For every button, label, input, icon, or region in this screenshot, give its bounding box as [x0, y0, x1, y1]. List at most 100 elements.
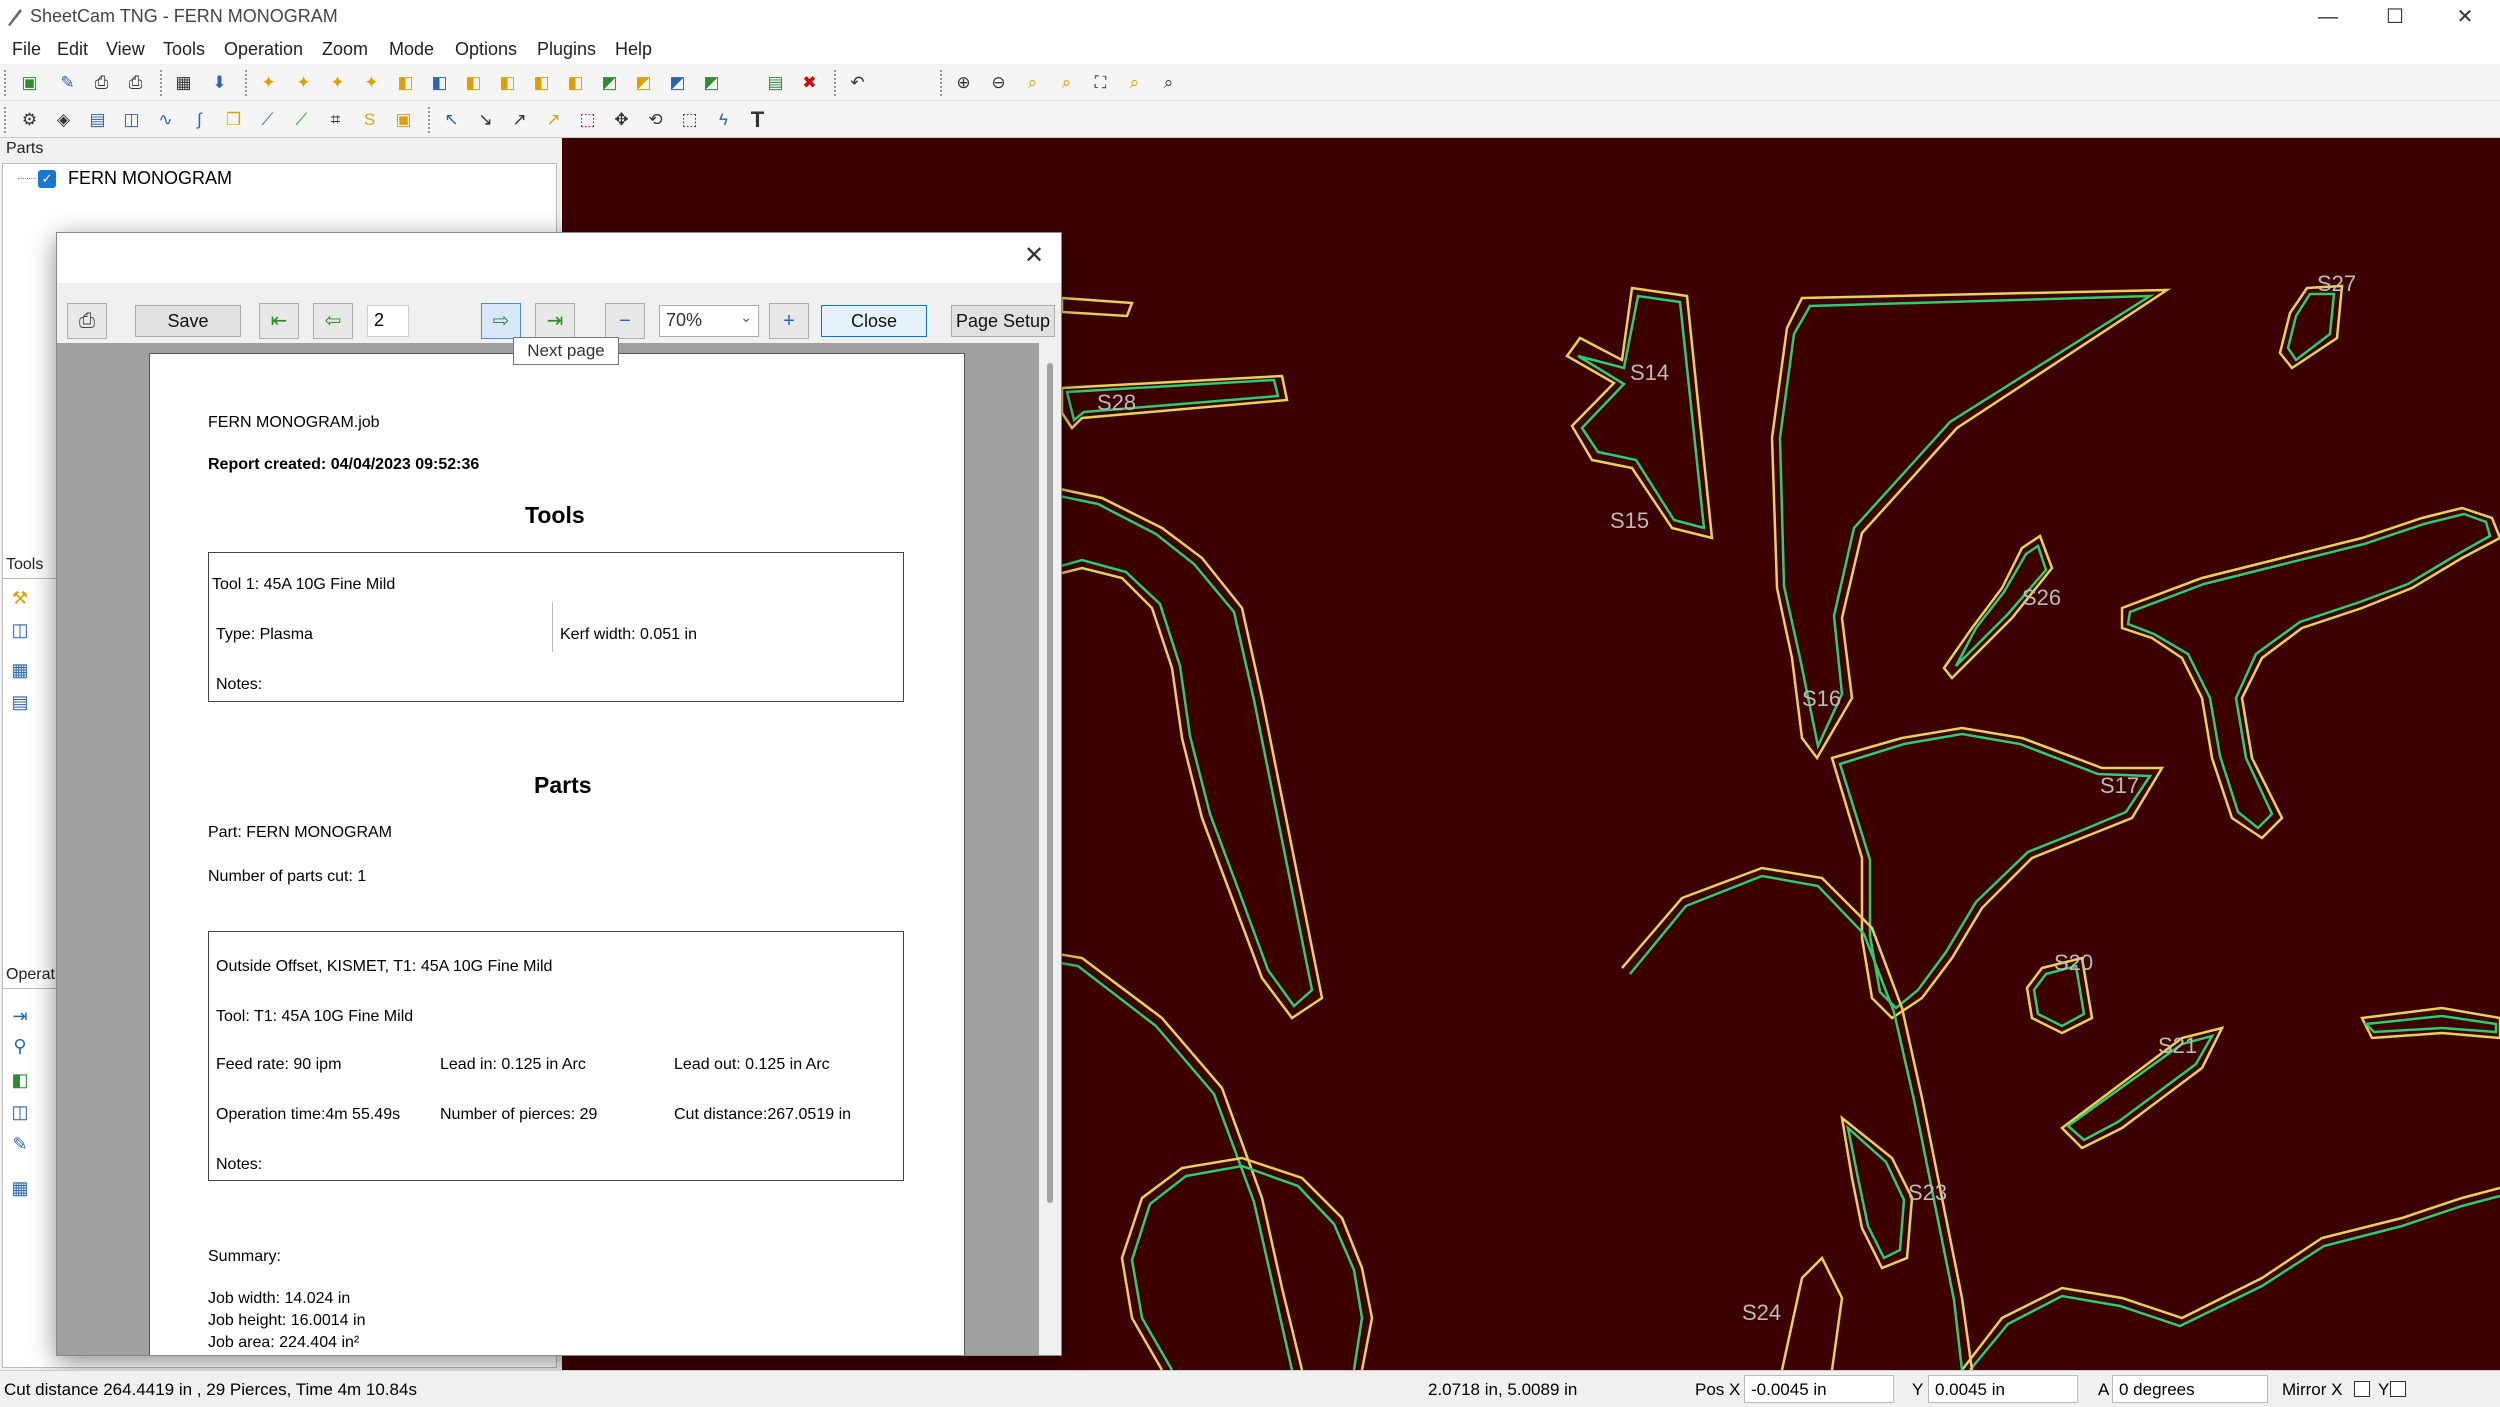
snap-icon[interactable]: S: [356, 106, 383, 133]
menu-edit[interactable]: Edit: [57, 39, 88, 60]
zoom-pan-icon[interactable]: ⌕: [1155, 69, 1182, 96]
part-tree-label[interactable]: FERN MONOGRAM: [68, 168, 232, 189]
pos-y-input[interactable]: 0.0045 in: [1928, 1375, 2078, 1403]
tool-table-icon[interactable]: ▦: [6, 656, 34, 684]
close-window-button[interactable]: ✕: [2440, 2, 2490, 32]
last-page-icon[interactable]: ⇥: [535, 303, 575, 339]
select-box-icon[interactable]: ⬚: [574, 106, 601, 133]
select-multi-icon[interactable]: ↗: [540, 106, 567, 133]
zoom-fit-icon[interactable]: ⛶: [1087, 69, 1114, 96]
add-operation-9-icon[interactable]: ◧: [528, 69, 555, 96]
menu-options[interactable]: Options: [455, 39, 517, 60]
zoom-out-icon[interactable]: −: [605, 303, 645, 339]
zoom-in-icon[interactable]: ⊕: [950, 69, 977, 96]
draw-icon[interactable]: ⟋: [288, 106, 315, 133]
print-report-icon[interactable]: ⎙: [122, 69, 149, 96]
rotate-icon[interactable]: ⟲: [642, 106, 669, 133]
menu-zoom[interactable]: Zoom: [322, 39, 368, 60]
drill-icon[interactable]: ⚲: [6, 1032, 34, 1060]
tools-icon[interactable]: ⚙: [16, 106, 43, 133]
close-button[interactable]: Close: [821, 305, 927, 337]
next-page-icon[interactable]: ⇨: [481, 303, 521, 339]
add-operation-8-icon[interactable]: ◧: [494, 69, 521, 96]
canvas-label-s24: S24: [1742, 1300, 1781, 1325]
add-operation-13-icon[interactable]: ◩: [664, 69, 691, 96]
tool-library-icon[interactable]: ◫: [6, 616, 34, 644]
zoom-all-icon[interactable]: ⌕: [1053, 69, 1080, 96]
calculator-icon[interactable]: ▦: [170, 69, 197, 96]
operation-edit-icon[interactable]: ✎: [6, 1130, 34, 1158]
previous-page-icon[interactable]: ⇦: [313, 303, 353, 339]
pos-x-input[interactable]: -0.0045 in: [1744, 1375, 1894, 1403]
page-setup-button[interactable]: Page Setup: [951, 305, 1055, 337]
first-page-icon[interactable]: ⇤: [259, 303, 299, 339]
dialog-close-icon[interactable]: ✕: [1019, 241, 1049, 271]
zoom-select[interactable]: 70% ⌄: [659, 305, 759, 337]
add-operation-icon[interactable]: ⇥: [6, 1002, 34, 1030]
zoom-out-icon[interactable]: ⊖: [985, 69, 1012, 96]
operation-table-icon[interactable]: ▦: [6, 1174, 34, 1202]
operation-settings-icon[interactable]: ◫: [6, 1098, 34, 1126]
text-icon[interactable]: T: [744, 106, 771, 133]
gcode-icon[interactable]: ◧: [6, 1066, 34, 1094]
edit-part-icon[interactable]: ✎: [54, 69, 81, 96]
mirror-x-checkbox[interactable]: [2352, 1380, 2370, 1400]
add-operation-1-icon[interactable]: ✦: [255, 69, 282, 96]
select-shape-icon[interactable]: ↘: [472, 106, 499, 133]
add-operation-4-icon[interactable]: ✦: [358, 69, 385, 96]
add-operation-11-icon[interactable]: ◩: [596, 69, 623, 96]
preview-area[interactable]: FERN MONOGRAM.job Report created: 04/04/…: [57, 343, 1039, 1355]
mirror-y-checkbox[interactable]: [2388, 1380, 2406, 1400]
table-icon[interactable]: ▤: [84, 106, 111, 133]
add-operation-10-icon[interactable]: ◧: [562, 69, 589, 96]
minimize-button[interactable]: —: [2303, 2, 2353, 32]
boxes-icon[interactable]: ◫: [118, 106, 145, 133]
add-operation-3-icon[interactable]: ✦: [324, 69, 351, 96]
zoom-in-icon[interactable]: +: [769, 303, 809, 339]
path-icon[interactable]: ∿: [152, 106, 179, 133]
menu-tools[interactable]: Tools: [163, 39, 205, 60]
tool-list-icon[interactable]: ▤: [6, 688, 34, 716]
add-operation-14-icon[interactable]: ◩: [698, 69, 725, 96]
menu-file[interactable]: File: [12, 39, 41, 60]
zoom-selected-icon[interactable]: ⌕: [1121, 69, 1148, 96]
copy-icon[interactable]: ❐: [220, 106, 247, 133]
add-operation-5-icon[interactable]: ◧: [392, 69, 419, 96]
measure-icon[interactable]: ⟋: [254, 106, 281, 133]
bolt-icon[interactable]: ϟ: [710, 106, 737, 133]
print-icon[interactable]: ⎙: [67, 303, 107, 339]
page-number-input[interactable]: 2: [367, 305, 409, 337]
printer-icon[interactable]: ⎙: [88, 69, 115, 96]
menu-plugins[interactable]: Plugins: [537, 39, 596, 60]
zoom-window-icon[interactable]: ⌕: [1019, 69, 1046, 96]
curve-icon[interactable]: ∫: [186, 106, 213, 133]
menu-operation[interactable]: Operation: [224, 39, 303, 60]
save-button[interactable]: Save: [135, 305, 241, 337]
delete-icon[interactable]: ✖: [796, 69, 823, 96]
crop-icon[interactable]: ⬚: [676, 106, 703, 133]
grid-icon[interactable]: ⌗: [322, 106, 349, 133]
add-operation-12-icon[interactable]: ◩: [630, 69, 657, 96]
path-lower-right-offset: [1969, 1194, 2500, 1370]
report-page: FERN MONOGRAM.job Report created: 04/04/…: [149, 353, 965, 1355]
preview-scrollbar[interactable]: [1047, 363, 1053, 1203]
highlight-icon[interactable]: ▣: [390, 106, 417, 133]
add-operation-15-icon[interactable]: ▤: [762, 69, 789, 96]
part-checkbox[interactable]: ✓: [38, 170, 56, 188]
add-tool-icon[interactable]: ⚒: [6, 584, 34, 612]
move-icon[interactable]: ✥: [608, 106, 635, 133]
maximize-button[interactable]: ☐: [2370, 2, 2420, 32]
add-operation-2-icon[interactable]: ✦: [290, 69, 317, 96]
undo-icon[interactable]: ↶: [844, 69, 871, 96]
angle-input[interactable]: 0 degrees: [2112, 1375, 2268, 1403]
menu-view[interactable]: View: [106, 39, 145, 60]
new-part-icon[interactable]: ▣: [16, 69, 43, 96]
post-process-icon[interactable]: ⬇: [206, 69, 233, 96]
layers-icon[interactable]: ◈: [50, 106, 77, 133]
select-icon[interactable]: ↖: [438, 106, 465, 133]
add-operation-6-icon[interactable]: ◧: [426, 69, 453, 96]
menu-mode[interactable]: Mode: [389, 39, 434, 60]
menu-help[interactable]: Help: [615, 39, 652, 60]
select-node-icon[interactable]: ↗: [506, 106, 533, 133]
add-operation-7-icon[interactable]: ◧: [460, 69, 487, 96]
